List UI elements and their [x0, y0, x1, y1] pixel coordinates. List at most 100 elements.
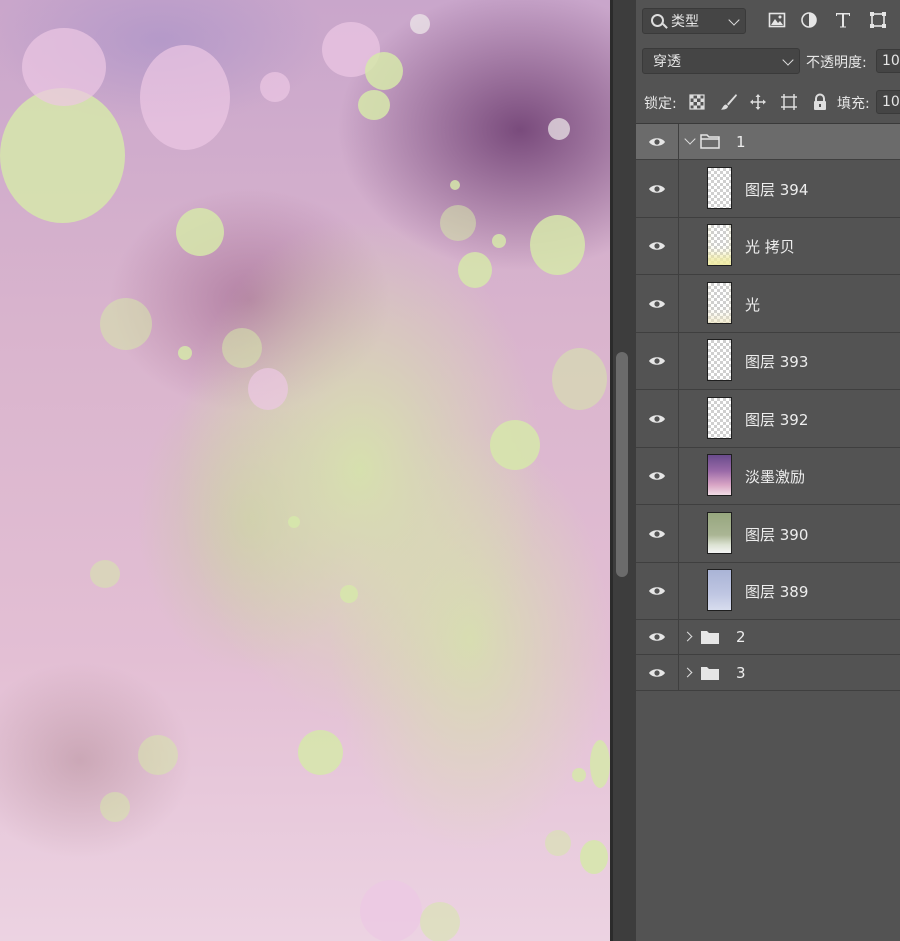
layer-name: 图层 393: [745, 353, 809, 371]
layer-row[interactable]: 图层 394: [636, 160, 900, 218]
bokeh-spot: [260, 72, 290, 102]
type-filter-icon[interactable]: [834, 11, 852, 29]
bokeh-spot: [440, 205, 476, 241]
bokeh-spot: [298, 730, 343, 775]
chevron-down-icon: [728, 14, 740, 26]
layer-name: 图层 394: [745, 181, 809, 199]
blend-mode-dropdown[interactable]: 穿透: [642, 48, 800, 74]
eye-icon[interactable]: [648, 631, 666, 643]
layer-row[interactable]: 淡墨激励: [636, 448, 900, 505]
chevron-down-icon: [782, 54, 794, 66]
bokeh-spot: [365, 52, 403, 90]
layer-group-2[interactable]: 2: [636, 620, 900, 655]
collapse-arrow-icon[interactable]: [682, 667, 693, 678]
visibility-separator: [678, 505, 679, 562]
bokeh-spot: [358, 90, 390, 120]
visibility-separator: [678, 124, 679, 159]
bokeh-spot: [590, 740, 610, 788]
layer-row[interactable]: 光: [636, 275, 900, 333]
visibility-separator: [678, 390, 679, 447]
layer-row[interactable]: 图层 393: [636, 333, 900, 390]
layer-group-1[interactable]: 1: [636, 124, 900, 160]
layer-name: 淡墨激励: [745, 468, 806, 486]
eye-icon[interactable]: [648, 136, 666, 148]
layer-name: 图层 389: [745, 583, 809, 601]
lock-all-icon[interactable]: [811, 93, 829, 111]
eye-icon[interactable]: [648, 528, 666, 540]
eye-icon[interactable]: [648, 183, 666, 195]
bokeh-spot: [178, 346, 192, 360]
layer-thumbnail: [707, 569, 732, 611]
opacity-label: 不透明度:: [806, 55, 867, 71]
layer-thumbnail: [707, 339, 732, 381]
eye-icon[interactable]: [648, 413, 666, 425]
visibility-separator: [678, 160, 679, 217]
bokeh-spot: [360, 880, 422, 941]
adjustment-filter-icon[interactable]: [800, 11, 818, 29]
filter-kind-dropdown[interactable]: 类型: [642, 8, 746, 34]
layer-thumbnail: [707, 224, 732, 266]
opacity-input[interactable]: 100%: [876, 49, 900, 73]
layer-thumbnail: [707, 454, 732, 496]
bokeh-spot: [545, 830, 571, 856]
layer-group-3[interactable]: 3: [636, 655, 900, 691]
canvas-scrollbar-thumb[interactable]: [616, 352, 628, 577]
eye-icon[interactable]: [648, 355, 666, 367]
image-filter-icon[interactable]: [768, 11, 786, 29]
bokeh-spot: [572, 768, 586, 782]
bokeh-spot: [0, 88, 125, 223]
lock-position-icon[interactable]: [749, 93, 767, 111]
collapse-arrow-icon[interactable]: [682, 631, 693, 642]
layer-thumbnail: [707, 512, 732, 554]
visibility-separator: [678, 333, 679, 389]
fill-input[interactable]: 100%: [876, 90, 900, 114]
bokeh-spot: [222, 328, 262, 368]
folder-icon: [701, 631, 719, 644]
layer-row[interactable]: 图层 390: [636, 505, 900, 563]
eye-icon[interactable]: [648, 298, 666, 310]
bokeh-spot: [22, 28, 106, 106]
bokeh-spot: [100, 792, 130, 822]
visibility-separator: [678, 655, 679, 690]
layer-name: 1: [736, 133, 746, 151]
blend-mode-value: 穿透: [653, 54, 681, 70]
layer-name: 光 拷贝: [745, 238, 795, 256]
lock-transparent-pixels-icon[interactable]: [688, 93, 706, 111]
fill-label: 填充:: [837, 96, 870, 112]
bokeh-spot: [100, 298, 152, 350]
folder-icon: [700, 134, 720, 149]
bokeh-spot: [530, 215, 585, 275]
filter-kind-label: 类型: [671, 14, 699, 30]
layer-row[interactable]: 光 拷贝: [636, 218, 900, 275]
bokeh-spot: [90, 560, 120, 588]
search-icon: [651, 14, 664, 27]
layer-row[interactable]: 图层 389: [636, 563, 900, 620]
bokeh-spot: [552, 348, 607, 410]
eye-icon[interactable]: [648, 667, 666, 679]
visibility-separator: [678, 275, 679, 332]
layer-name: 光: [745, 296, 761, 314]
bokeh-spot: [490, 420, 540, 470]
eye-icon[interactable]: [648, 470, 666, 482]
bokeh-spot: [420, 902, 460, 941]
lock-image-pixels-icon[interactable]: [720, 93, 738, 111]
bokeh-spot: [248, 368, 288, 410]
lock-artboard-icon[interactable]: [780, 93, 798, 111]
lock-label: 锁定:: [644, 96, 677, 112]
expand-arrow-icon[interactable]: [684, 133, 696, 145]
eye-icon[interactable]: [648, 585, 666, 597]
document-canvas[interactable]: [0, 0, 610, 941]
visibility-separator: [678, 563, 679, 619]
bokeh-spot: [138, 735, 178, 775]
bokeh-spot: [450, 180, 460, 190]
eye-icon[interactable]: [648, 240, 666, 252]
layers-panel: 类型 穿透 不透明度: 100% 锁定:: [636, 0, 900, 941]
layer-row[interactable]: 图层 392: [636, 390, 900, 448]
layer-name: 图层 392: [745, 411, 809, 429]
bokeh-spot: [176, 208, 224, 256]
visibility-separator: [678, 218, 679, 274]
layer-thumbnail: [707, 282, 732, 324]
shape-filter-icon[interactable]: [869, 11, 887, 29]
layer-name: 2: [736, 628, 746, 646]
bokeh-spot: [492, 234, 506, 248]
